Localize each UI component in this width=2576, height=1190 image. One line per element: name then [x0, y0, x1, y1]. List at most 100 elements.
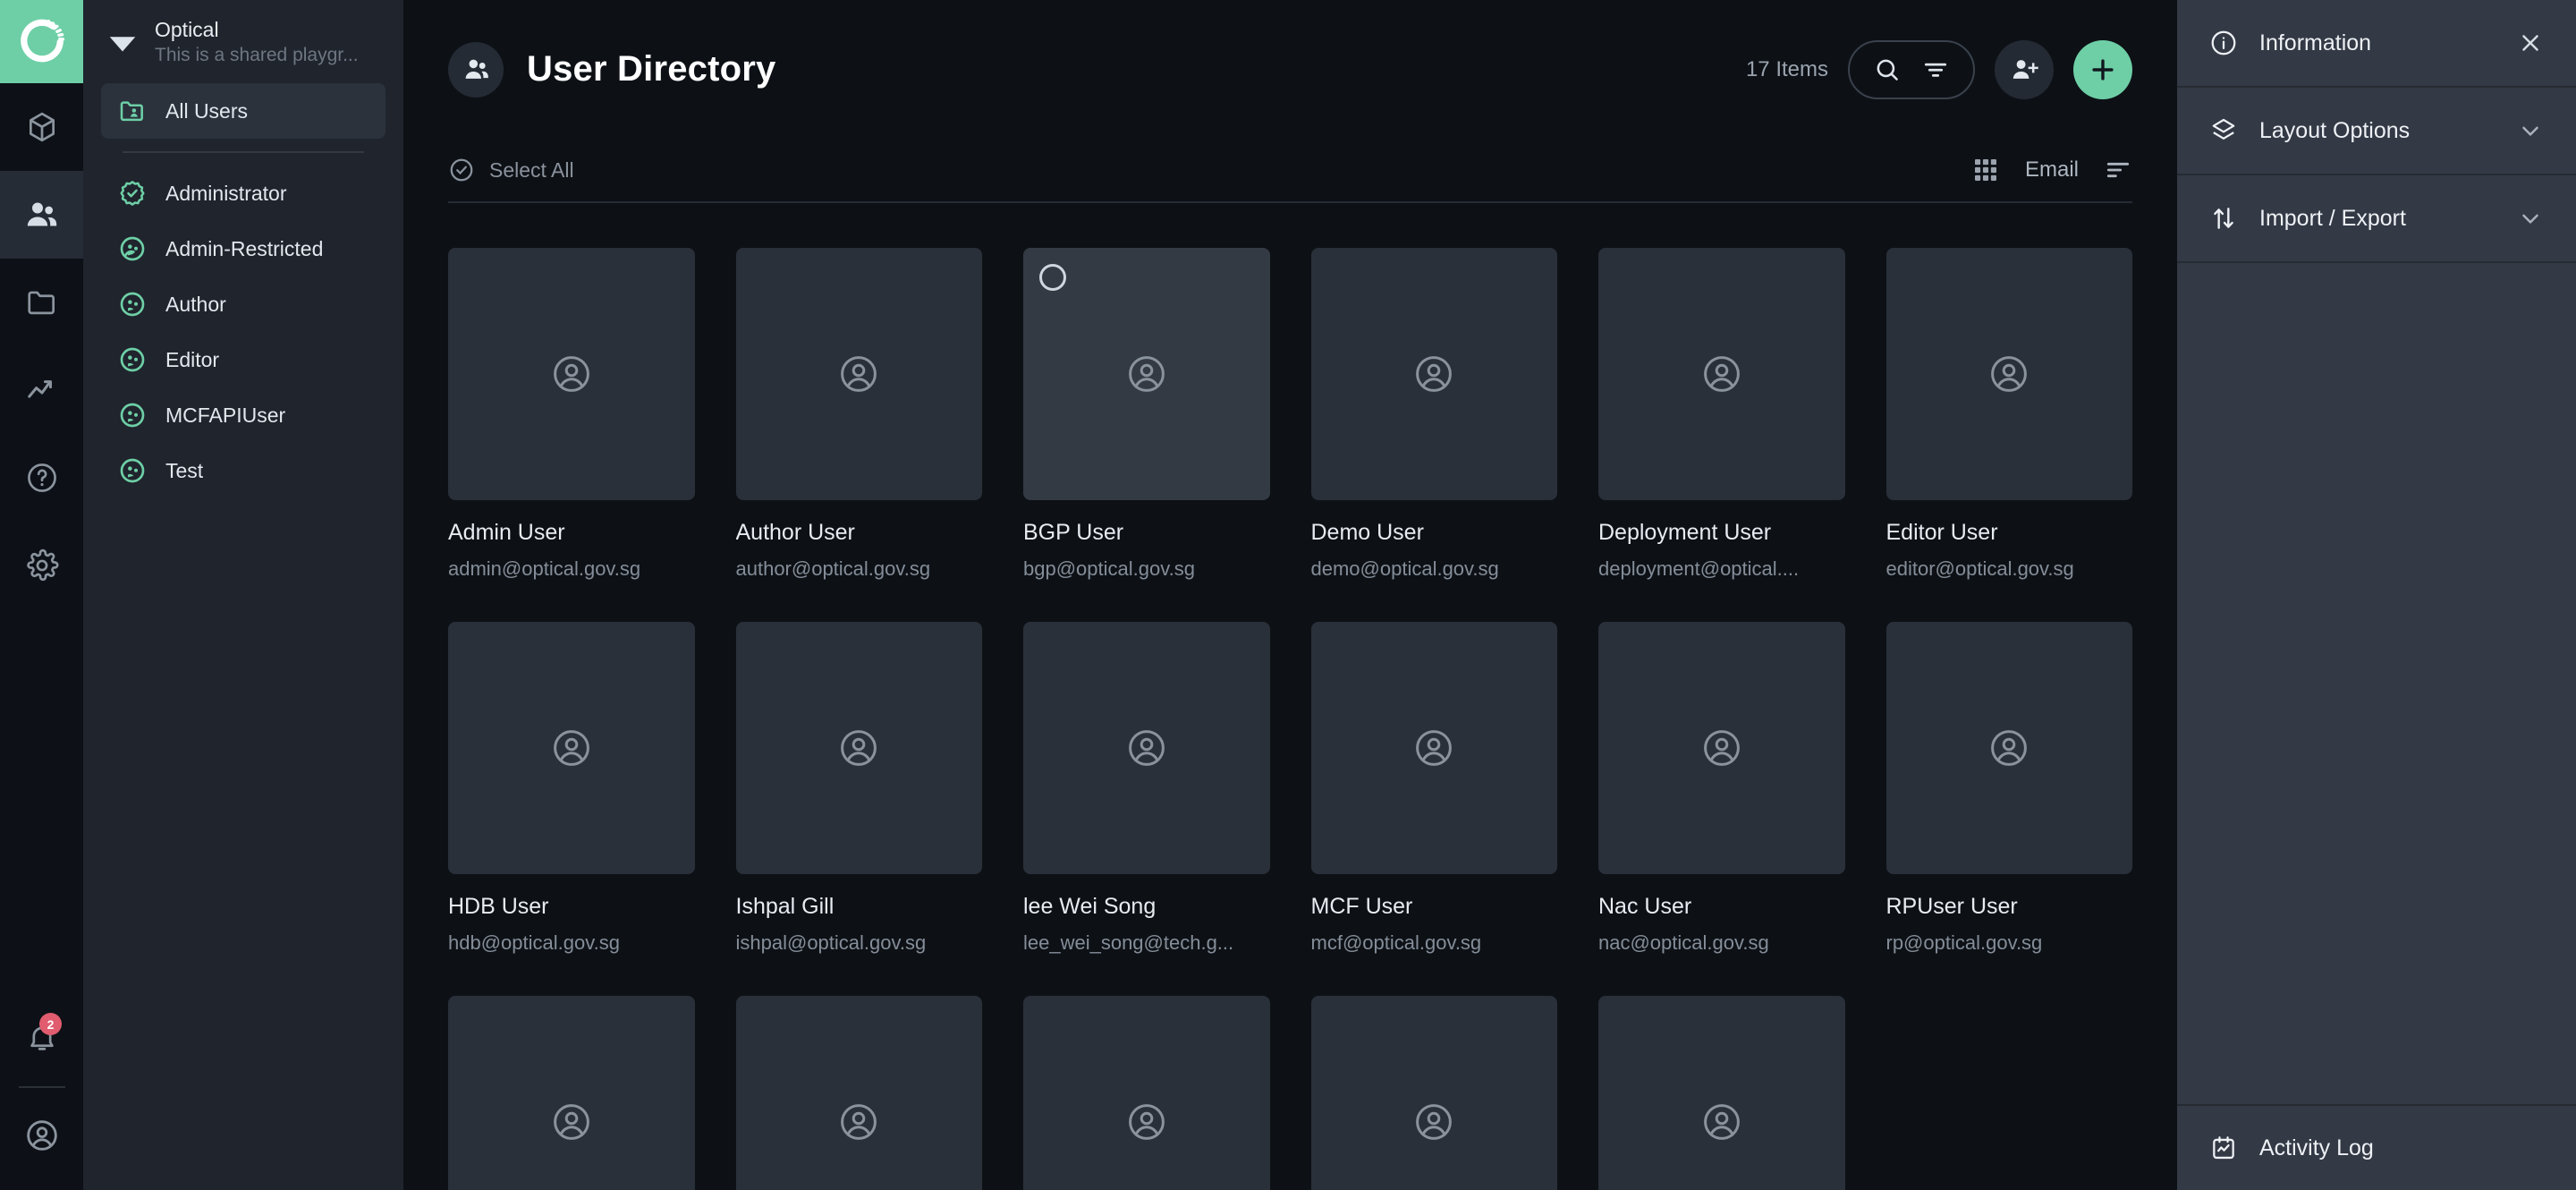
user-card-email: rp@optical.gov.sg [1885, 931, 2043, 954]
sidebar-item-label: All Users [165, 98, 249, 123]
user-grid-scroll[interactable]: Admin User admin@optical.gov.sg Author U… [403, 203, 2177, 1190]
user-avatar-thumb [1023, 996, 1270, 1190]
user-card[interactable]: BGP User bgp@optical.gov.sg [1023, 248, 1270, 581]
user-card[interactable]: Demo User demo@optical.gov.sg [1310, 248, 1557, 581]
user-card[interactable]: Editor User editor@optical.gov.sg [1885, 248, 2132, 581]
activity-log-icon [2209, 1134, 2238, 1162]
user-card-name: Admin User [448, 520, 565, 545]
filter-icon[interactable] [1921, 55, 1950, 84]
sidebar-item-label: MCFAPIUser [165, 403, 286, 427]
plus-icon [2088, 55, 2118, 85]
user-card[interactable] [1598, 996, 1845, 1190]
close-icon[interactable] [2517, 30, 2544, 56]
rail-divider [18, 1086, 65, 1088]
user-card[interactable]: Deployment User deployment@optical.... [1598, 248, 1845, 581]
sidebar-item-label: Admin-Restricted [165, 236, 324, 260]
workspace-texts: Optical This is a shared playgr... [155, 16, 359, 68]
user-avatar-thumb [1023, 622, 1270, 874]
user-card[interactable]: Author User author@optical.gov.sg [735, 248, 982, 581]
user-card-name: BGP User [1023, 520, 1124, 545]
user-card-email: mcf@optical.gov.sg [1310, 931, 1482, 954]
sidebar-item-mcfapiuser[interactable]: MCFAPIUser [101, 387, 386, 443]
rail-item-help[interactable] [0, 434, 83, 522]
user-card[interactable]: MCF User mcf@optical.gov.sg [1310, 622, 1557, 955]
user-card[interactable] [735, 996, 982, 1190]
user-card-email: author@optical.gov.sg [735, 557, 931, 580]
cube-icon [25, 110, 59, 144]
app-root: 2 Optical This is a shared playgr... All… [0, 0, 2576, 1190]
rail-item-modules[interactable] [0, 83, 83, 171]
layers-icon [2209, 116, 2238, 145]
user-avatar-thumb [735, 622, 982, 874]
rail-item-users[interactable] [0, 171, 83, 259]
chevron-down-icon[interactable] [2517, 205, 2544, 232]
user-card-checkbox[interactable] [1039, 264, 1066, 291]
verified-badge-icon [117, 178, 148, 208]
user-card-name: RPUser User [1885, 894, 2018, 919]
sidebar-list: All Users Administrator Admin-Restricted… [83, 83, 403, 498]
user-card[interactable]: lee Wei Song lee_wei_song@tech.g... [1023, 622, 1270, 955]
sort-descending-icon[interactable] [2104, 156, 2132, 184]
user-card[interactable] [1310, 996, 1557, 1190]
user-card[interactable]: Ishpal Gill ishpal@optical.gov.sg [735, 622, 982, 955]
panel-section-layout-options[interactable]: Layout Options [2177, 88, 2576, 174]
user-card-email: deployment@optical.... [1598, 557, 1800, 580]
notifications-button[interactable]: 2 [0, 1004, 83, 1074]
list-toolbar: Select All Email [448, 139, 2132, 203]
icon-rail: 2 [0, 0, 83, 1190]
user-card-name: Author User [735, 520, 855, 545]
rail-item-files[interactable] [0, 259, 83, 346]
user-card[interactable]: Nac User nac@optical.gov.sg [1598, 622, 1845, 955]
people-icon [24, 197, 60, 233]
rail-item-analytics[interactable] [0, 346, 83, 434]
user-card[interactable] [448, 996, 695, 1190]
user-circle-icon [117, 234, 148, 264]
activity-log-label: Activity Log [2259, 1135, 2374, 1160]
user-card-name: lee Wei Song [1023, 894, 1157, 919]
grid-view-icon[interactable] [1971, 156, 2000, 184]
select-all-button[interactable]: Select All [448, 157, 574, 183]
user-card-name: Deployment User [1598, 520, 1772, 545]
sidebar-item-test[interactable]: Test [101, 443, 386, 498]
sidebar-item-label: Administrator [165, 181, 287, 205]
user-card-email: hdb@optical.gov.sg [448, 931, 620, 954]
user-card[interactable]: Admin User admin@optical.gov.sg [448, 248, 695, 581]
user-circle-icon [117, 455, 148, 486]
activity-log-button[interactable]: Activity Log [2177, 1104, 2576, 1190]
user-avatar-thumb [1598, 248, 1845, 500]
user-avatar-thumb [448, 248, 695, 500]
sidebar-item-all-users[interactable]: All Users [101, 83, 386, 139]
header-actions: 17 Items [1746, 39, 2132, 99]
user-card[interactable]: HDB User hdb@optical.gov.sg [448, 622, 695, 955]
panel-section-information[interactable]: Information [2177, 0, 2576, 86]
workspace-subtitle: This is a shared playgr... [155, 44, 359, 65]
add-user-button[interactable] [1995, 39, 2054, 99]
sidebar-item-admin-restricted[interactable]: Admin-Restricted [101, 221, 386, 276]
user-card-name: Demo User [1310, 520, 1424, 545]
rail-bottom-group: 2 [0, 1004, 83, 1190]
chevron-down-icon[interactable] [2517, 117, 2544, 144]
rail-item-settings[interactable] [0, 522, 83, 609]
user-card-email: ishpal@optical.gov.sg [735, 931, 927, 954]
chart-line-icon [25, 373, 59, 407]
panel-section-label: Import / Export [2259, 205, 2406, 231]
user-circle-icon [24, 1118, 60, 1153]
import-export-icon [2209, 204, 2238, 233]
right-panel: Information Layout Options Import / Expo… [2177, 0, 2576, 1190]
sidebar-item-administrator[interactable]: Administrator [101, 166, 386, 221]
workspace-header[interactable]: Optical This is a shared playgr... [83, 0, 403, 83]
search-icon[interactable] [1873, 55, 1902, 84]
sort-field-label[interactable]: Email [2025, 157, 2079, 183]
sidebar-item-label: Author [165, 292, 226, 316]
account-button[interactable] [0, 1101, 83, 1170]
search-filter-pill[interactable] [1848, 39, 1975, 99]
user-avatar-thumb [1885, 248, 2132, 500]
notification-badge: 2 [39, 1013, 62, 1035]
sidebar-item-editor[interactable]: Editor [101, 332, 386, 387]
create-button[interactable] [2073, 39, 2132, 99]
sidebar-item-author[interactable]: Author [101, 276, 386, 332]
user-card[interactable]: RPUser User rp@optical.gov.sg [1885, 622, 2132, 955]
panel-section-import-export[interactable]: Import / Export [2177, 175, 2576, 261]
app-logo[interactable] [0, 0, 83, 83]
user-card[interactable] [1023, 996, 1270, 1190]
